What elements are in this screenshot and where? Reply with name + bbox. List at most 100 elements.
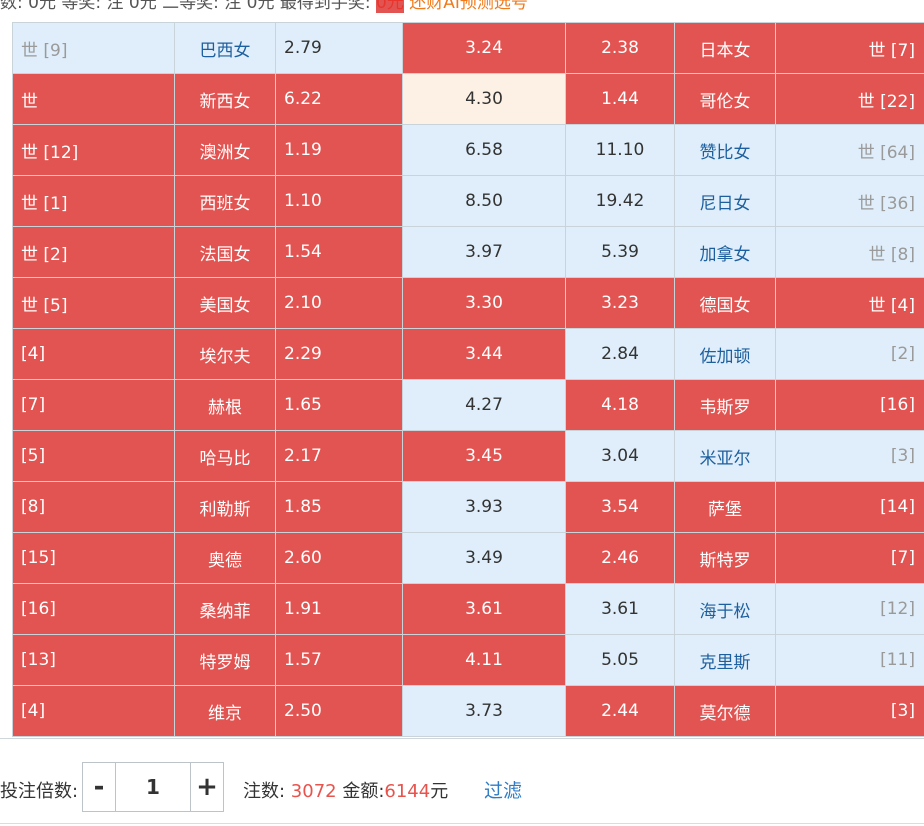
away-team[interactable]: 萨堡 [675,482,776,533]
draw-odds[interactable]: 3.24 [403,23,566,74]
away-team[interactable]: 赞比女 [675,125,776,176]
draw-odds[interactable]: 3.93 [403,482,566,533]
home-win-odds[interactable]: 2.50 [276,686,403,737]
match-row: [4]维京2.503.732.44莫尔德[3] [13,686,924,737]
amount-value: 6144 [384,781,430,802]
away-win-odds[interactable]: 2.38 [566,23,675,74]
home-team[interactable]: 桑纳菲 [175,584,276,635]
away-team[interactable]: 米亚尔 [675,431,776,482]
draw-odds[interactable]: 8.50 [403,176,566,227]
draw-odds[interactable]: 4.30 [403,74,566,125]
home-rank: 世 [13,74,175,125]
home-team[interactable]: 巴西女 [175,23,276,74]
home-win-odds[interactable]: 2.60 [276,533,403,584]
home-win-odds[interactable]: 1.91 [276,584,403,635]
away-rank: 世 [22] [776,74,924,125]
match-row: [15]奥德2.603.492.46斯特罗[7] [13,533,924,584]
away-team[interactable]: 莫尔德 [675,686,776,737]
away-team[interactable]: 加拿女 [675,227,776,278]
decrement-button[interactable]: - [83,763,115,811]
home-win-odds[interactable]: 1.19 [276,125,403,176]
ai-predict-link[interactable]: 还财AI预测选号 [409,0,528,13]
multiplier-stepper: - 1 + [82,762,224,812]
bets-count: 3072 [291,781,337,802]
draw-odds[interactable]: 3.49 [403,533,566,584]
home-win-odds[interactable]: 1.54 [276,227,403,278]
draw-odds[interactable]: 3.30 [403,278,566,329]
prize-amount: 0元 [376,0,404,13]
away-win-odds[interactable]: 5.05 [566,635,675,686]
match-row: 世 [2]法国女1.543.975.39加拿女世 [8] [13,227,924,278]
home-team[interactable]: 奥德 [175,533,276,584]
home-win-odds[interactable]: 1.85 [276,482,403,533]
home-win-odds[interactable]: 2.29 [276,329,403,380]
match-row: 世 [9]巴西女2.793.242.38日本女世 [7] [13,23,924,74]
away-win-odds[interactable]: 3.04 [566,431,675,482]
away-rank: [12] [776,584,924,635]
home-rank: [13] [13,635,175,686]
draw-odds[interactable]: 4.11 [403,635,566,686]
away-team[interactable]: 斯特罗 [675,533,776,584]
draw-odds[interactable]: 3.45 [403,431,566,482]
match-row: [5]哈马比2.173.453.04米亚尔[3] [13,431,924,482]
multiplier-input[interactable]: 1 [115,763,191,811]
away-win-odds[interactable]: 2.46 [566,533,675,584]
home-rank: [15] [13,533,175,584]
home-win-odds[interactable]: 1.65 [276,380,403,431]
away-win-odds[interactable]: 5.39 [566,227,675,278]
home-team[interactable]: 利勒斯 [175,482,276,533]
away-win-odds[interactable]: 4.18 [566,380,675,431]
draw-odds[interactable]: 6.58 [403,125,566,176]
away-win-odds[interactable]: 1.44 [566,74,675,125]
home-team[interactable]: 法国女 [175,227,276,278]
away-team[interactable]: 尼日女 [675,176,776,227]
away-team[interactable]: 海于松 [675,584,776,635]
prize-summary-text: 数: 0元 等奖: 注 0元 二等奖: 注 0元 最得到手奖: [0,0,376,13]
home-win-odds[interactable]: 1.10 [276,176,403,227]
home-rank: [16] [13,584,175,635]
draw-odds[interactable]: 4.27 [403,380,566,431]
draw-odds[interactable]: 3.44 [403,329,566,380]
home-rank: [4] [13,686,175,737]
home-rank: [8] [13,482,175,533]
home-win-odds[interactable]: 2.79 [276,23,403,74]
home-team[interactable]: 哈马比 [175,431,276,482]
home-win-odds[interactable]: 1.57 [276,635,403,686]
amount-label: 金额: [337,781,385,802]
home-win-odds[interactable]: 2.10 [276,278,403,329]
away-win-odds[interactable]: 3.23 [566,278,675,329]
bet-summary: 注数: 3072 金额:6144元 [243,777,448,803]
away-team[interactable]: 哥伦女 [675,74,776,125]
away-win-odds[interactable]: 3.54 [566,482,675,533]
home-win-odds[interactable]: 2.17 [276,431,403,482]
filter-button[interactable]: 过滤 [484,776,522,803]
away-team[interactable]: 日本女 [675,23,776,74]
home-team[interactable]: 澳洲女 [175,125,276,176]
bottom-divider [0,823,924,824]
increment-button[interactable]: + [191,763,223,811]
draw-odds[interactable]: 3.97 [403,227,566,278]
away-win-odds[interactable]: 2.84 [566,329,675,380]
away-team[interactable]: 韦斯罗 [675,380,776,431]
home-rank: 世 [2] [13,227,175,278]
home-team[interactable]: 新西女 [175,74,276,125]
home-win-odds[interactable]: 6.22 [276,74,403,125]
away-win-odds[interactable]: 19.42 [566,176,675,227]
away-rank: [11] [776,635,924,686]
away-team[interactable]: 德国女 [675,278,776,329]
away-win-odds[interactable]: 2.44 [566,686,675,737]
away-team[interactable]: 佐加顿 [675,329,776,380]
bet-toolbar: 投注倍数: - 1 + 注数: 3072 金额:6144元 过滤 [0,738,924,826]
away-win-odds[interactable]: 3.61 [566,584,675,635]
draw-odds[interactable]: 3.61 [403,584,566,635]
home-team[interactable]: 赫根 [175,380,276,431]
home-team[interactable]: 埃尔夫 [175,329,276,380]
home-team[interactable]: 特罗姆 [175,635,276,686]
draw-odds[interactable]: 3.73 [403,686,566,737]
match-row: 世新西女6.224.301.44哥伦女世 [22] [13,74,924,125]
home-team[interactable]: 维京 [175,686,276,737]
away-win-odds[interactable]: 11.10 [566,125,675,176]
away-team[interactable]: 克里斯 [675,635,776,686]
home-team[interactable]: 西班女 [175,176,276,227]
home-team[interactable]: 美国女 [175,278,276,329]
